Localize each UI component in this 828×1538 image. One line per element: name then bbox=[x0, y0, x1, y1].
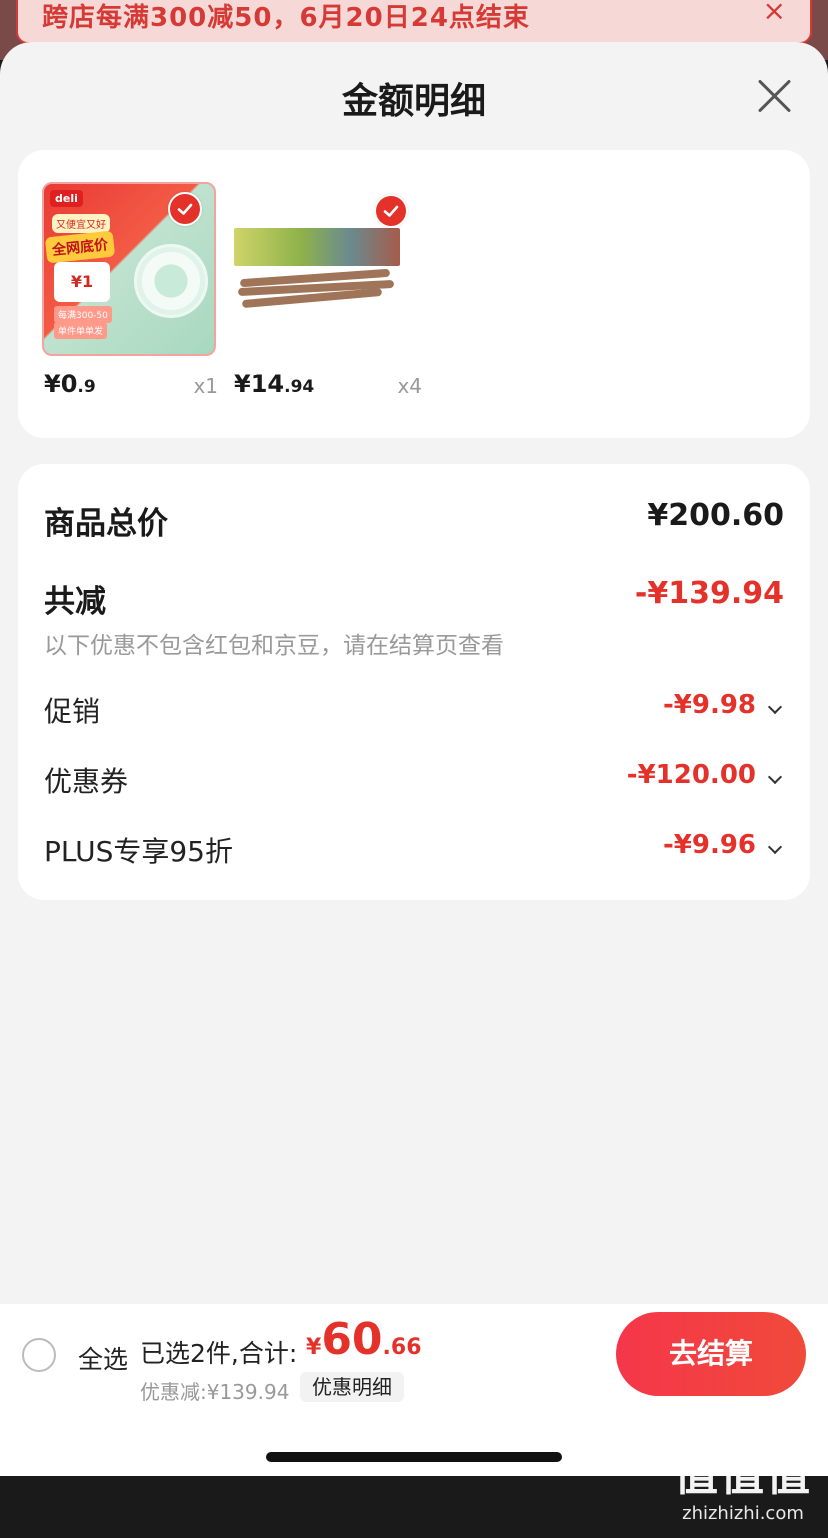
discount-row-plus[interactable]: PLUS专享95折 -¥9.96 bbox=[44, 830, 784, 870]
checkout-button[interactable]: 去结算 bbox=[616, 1312, 806, 1396]
discount-row-promotion[interactable]: 促销 -¥9.98 bbox=[44, 690, 784, 730]
checked-icon[interactable] bbox=[168, 192, 202, 226]
price-summary-card: 商品总价 ¥200.60 共减 -¥139.94 以下优惠不包含红包和京豆，请在… bbox=[18, 464, 810, 900]
promo-close-icon[interactable]: × bbox=[763, 0, 786, 27]
image-price-tag: ¥1 bbox=[54, 262, 110, 302]
product-qty: x4 bbox=[397, 374, 422, 398]
checked-icon[interactable] bbox=[374, 194, 408, 228]
product-item[interactable]: deli 又便宜又好 全网底价 ¥1 每满300-50 单件单单发 ¥0.9 x… bbox=[42, 182, 218, 398]
snack-box-graphic bbox=[234, 228, 400, 266]
sheet-title: 金额明细 bbox=[341, 81, 486, 122]
discount-label: 促销 bbox=[44, 695, 101, 728]
discount-label: PLUS专享95折 bbox=[44, 835, 233, 868]
product-item[interactable]: ¥14.94 x4 bbox=[232, 182, 422, 398]
home-indicator[interactable] bbox=[266, 1452, 562, 1462]
promo-text: 跨店每满300减50，6月20日24点结束 bbox=[42, 2, 530, 33]
product-price: ¥0.9 bbox=[44, 370, 96, 398]
total-price-label: 商品总价 bbox=[44, 506, 168, 542]
checkout-total-price: ¥60.66 bbox=[306, 1314, 422, 1365]
discount-label: 优惠券 bbox=[44, 765, 129, 798]
product-price-row: ¥0.9 x1 bbox=[42, 370, 218, 404]
watermark-logo: 值值值 bbox=[674, 1450, 812, 1501]
watermark: 值值值 zhizhizhi.com bbox=[668, 1439, 818, 1524]
promo-banner: 跨店每满300减50，6月20日24点结束 × bbox=[16, 0, 812, 44]
image-tag: 又便宜又好 bbox=[52, 214, 110, 233]
checkout-saving-text: 优惠减:¥139.94 bbox=[140, 1380, 290, 1404]
product-price-row: ¥14.94 x4 bbox=[232, 370, 422, 404]
total-saving-label: 共减 bbox=[44, 584, 106, 620]
image-tag: 全网底价 bbox=[44, 230, 116, 264]
image-tag: 每满300-50 bbox=[54, 306, 112, 323]
brand-label: deli bbox=[50, 190, 83, 207]
discount-value: -¥120.00 bbox=[626, 760, 756, 790]
discount-row-coupon[interactable]: 优惠券 -¥120.00 bbox=[44, 760, 784, 800]
product-price: ¥14.94 bbox=[234, 370, 315, 398]
saving-note: 以下优惠不包含红包和京豆，请在结算页查看 bbox=[44, 633, 504, 659]
discount-value: -¥9.98 bbox=[662, 690, 756, 720]
image-tag: 单件单单发 bbox=[54, 322, 108, 339]
select-all-label[interactable]: 全选 bbox=[78, 1340, 128, 1376]
total-saving-value: -¥139.94 bbox=[634, 576, 784, 611]
select-all-checkbox[interactable] bbox=[22, 1338, 56, 1372]
total-price-value: ¥200.60 bbox=[647, 498, 784, 533]
sheet-header: 金额明细 bbox=[0, 42, 828, 148]
discount-detail-button[interactable]: 优惠明细 bbox=[300, 1372, 404, 1402]
watermark-url: zhizhizhi.com bbox=[682, 1503, 804, 1524]
amount-detail-sheet: 金额明细 deli 又便宜又好 全网底价 ¥1 每满300-50 单件单单发 ¥… bbox=[0, 42, 828, 1476]
selected-products-card: deli 又便宜又好 全网底价 ¥1 每满300-50 单件单单发 ¥0.9 x… bbox=[18, 150, 810, 438]
tape-roll-graphic bbox=[134, 244, 208, 318]
close-icon[interactable] bbox=[756, 78, 792, 114]
discount-value: -¥9.96 bbox=[662, 830, 756, 860]
product-qty: x1 bbox=[193, 374, 218, 398]
selected-count-text: 已选2件,合计: bbox=[140, 1339, 298, 1368]
